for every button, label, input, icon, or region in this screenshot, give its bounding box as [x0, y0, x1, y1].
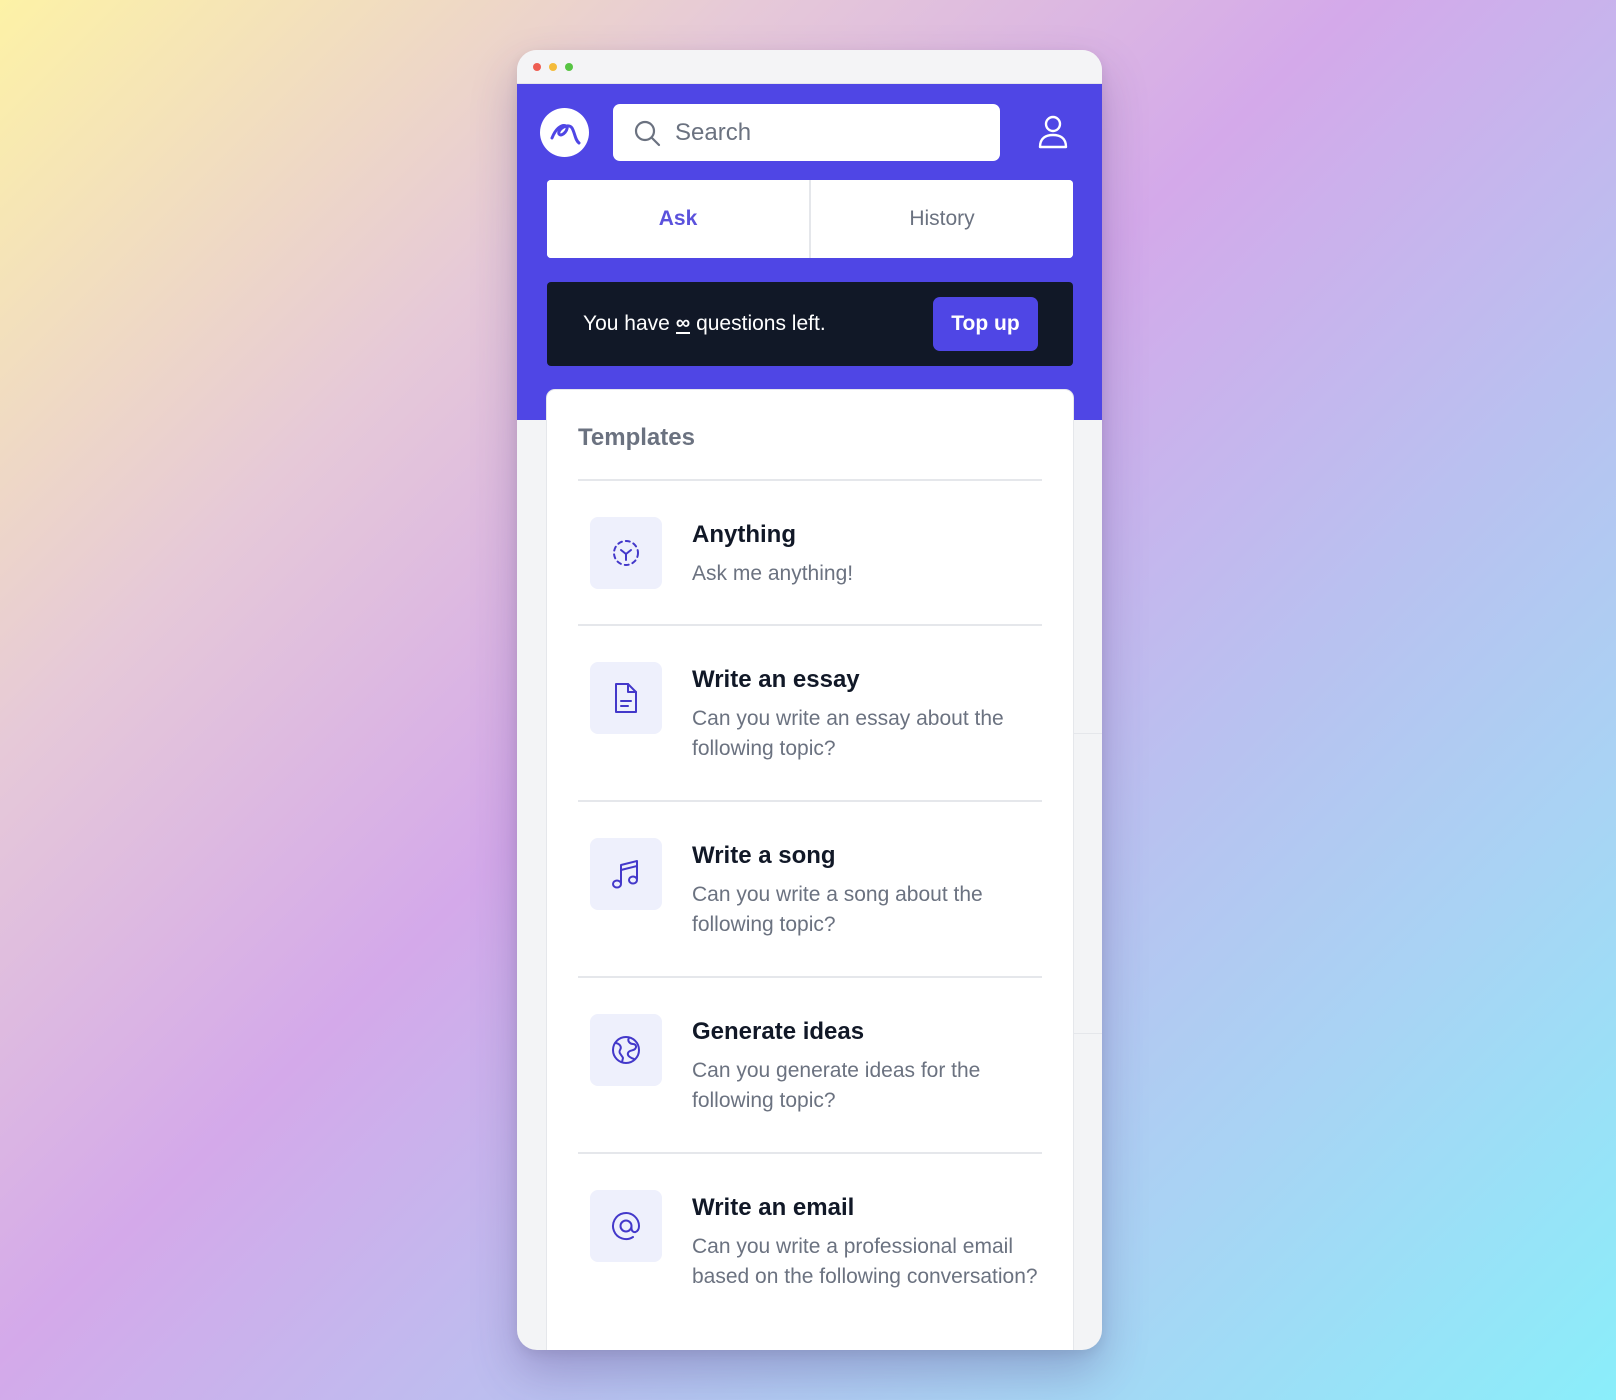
zoom-window-button[interactable] [565, 63, 573, 71]
templates-heading: Templates [578, 390, 1042, 481]
scribble-logo-icon [550, 123, 580, 144]
user-icon [1038, 115, 1068, 149]
main-tabs: Ask History [547, 180, 1073, 258]
template-write-essay[interactable]: Write an essay Can you write an essay ab… [578, 626, 1042, 802]
tab-history[interactable]: History [809, 180, 1073, 258]
quota-banner: You have ∞ questions left. Top up [547, 282, 1073, 366]
template-description: Can you generate ideas for the following… [692, 1059, 981, 1112]
window-titlebar [517, 50, 1102, 84]
template-icon-tile [590, 517, 662, 589]
at-sign-icon [612, 1212, 640, 1240]
template-anything[interactable]: Anything Ask me anything! [578, 481, 1042, 626]
quota-prefix: You have [583, 312, 670, 335]
template-icon-tile [590, 1190, 662, 1262]
search-input[interactable] [675, 118, 975, 147]
template-description: Ask me anything! [692, 562, 854, 585]
minimize-window-button[interactable] [549, 63, 557, 71]
app-header: Ask History You have ∞ questions left. T… [517, 84, 1102, 420]
divider [1073, 733, 1102, 734]
template-icon-tile [590, 838, 662, 910]
template-title: Anything [692, 521, 796, 548]
document-icon [615, 683, 637, 713]
music-note-icon [612, 860, 638, 889]
template-title: Write a song [692, 842, 836, 869]
divider [1073, 1033, 1102, 1034]
app-logo[interactable] [540, 108, 589, 157]
search-icon [633, 119, 661, 147]
template-title: Write an essay [692, 666, 860, 693]
app-window: Ask History You have ∞ questions left. T… [517, 50, 1102, 1350]
template-icon-tile [590, 1014, 662, 1086]
template-description: Can you write an essay about the followi… [692, 707, 1004, 760]
quota-suffix: questions left. [696, 312, 826, 335]
templates-panel: Templates Anything Ask me anything! Writ… [547, 390, 1073, 1350]
template-icon-tile [590, 662, 662, 734]
template-title: Generate ideas [692, 1018, 865, 1045]
infinity-icon: ∞ [675, 312, 691, 334]
template-title: Write an email [692, 1194, 855, 1221]
scan-face-icon [613, 540, 639, 566]
desktop-background: Ask History You have ∞ questions left. T… [0, 0, 1616, 1400]
template-generate-ideas[interactable]: Generate ideas Can you generate ideas fo… [578, 978, 1042, 1154]
profile-button[interactable] [1037, 114, 1073, 154]
template-write-email[interactable]: Write an email Can you write a professio… [578, 1154, 1042, 1350]
tab-ask[interactable]: Ask [547, 180, 809, 258]
close-window-button[interactable] [533, 63, 541, 71]
globe-icon [612, 1036, 640, 1064]
search-bar[interactable] [613, 104, 1000, 161]
template-description: Can you write a professional email based… [692, 1235, 1038, 1288]
template-write-song[interactable]: Write a song Can you write a song about … [578, 802, 1042, 978]
template-description: Can you write a song about the following… [692, 883, 983, 936]
top-up-button[interactable]: Top up [933, 297, 1038, 351]
quota-message: You have ∞ questions left. [583, 312, 826, 336]
